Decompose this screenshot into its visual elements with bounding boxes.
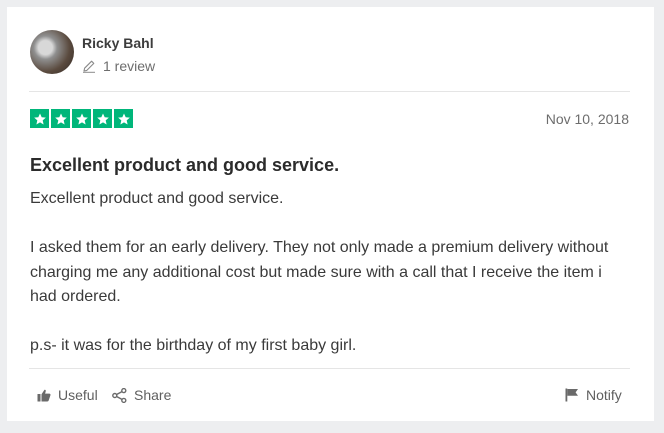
reviewer-name[interactable]: Ricky Bahl xyxy=(82,35,154,51)
divider xyxy=(29,368,630,369)
review-count[interactable]: 1 review xyxy=(82,58,155,74)
avatar[interactable] xyxy=(30,30,74,74)
notify-label: Notify xyxy=(586,387,622,403)
star-icon xyxy=(114,109,133,128)
useful-label: Useful xyxy=(58,387,98,403)
star-icon xyxy=(30,109,49,128)
share-button[interactable]: Share xyxy=(112,387,171,403)
pencil-icon xyxy=(82,59,96,73)
review-paragraph: Excellent product and good service. xyxy=(30,190,284,207)
star-icon xyxy=(93,109,112,128)
divider xyxy=(29,91,630,92)
star-icon xyxy=(51,109,70,128)
review-paragraph: p.s- it was for the birthday of my first… xyxy=(30,337,357,354)
useful-button[interactable]: Useful xyxy=(37,387,98,403)
flag-icon xyxy=(565,388,579,402)
share-label: Share xyxy=(134,387,172,403)
thumbs-up-icon xyxy=(37,389,51,402)
review-title[interactable]: Excellent product and good service. xyxy=(30,155,339,176)
review-date: Nov 10, 2018 xyxy=(545,111,629,127)
review-paragraph: I asked them for an early delivery. They… xyxy=(30,239,609,305)
notify-button[interactable]: Notify xyxy=(565,387,622,403)
review-body: Excellent product and good service. I as… xyxy=(30,187,630,359)
review-card: Ricky Bahl 1 review Nov 10, 2018 Excelle… xyxy=(7,7,654,421)
star-rating xyxy=(30,109,133,128)
review-count-label: 1 review xyxy=(103,58,156,74)
star-icon xyxy=(72,109,91,128)
share-icon xyxy=(112,387,127,403)
